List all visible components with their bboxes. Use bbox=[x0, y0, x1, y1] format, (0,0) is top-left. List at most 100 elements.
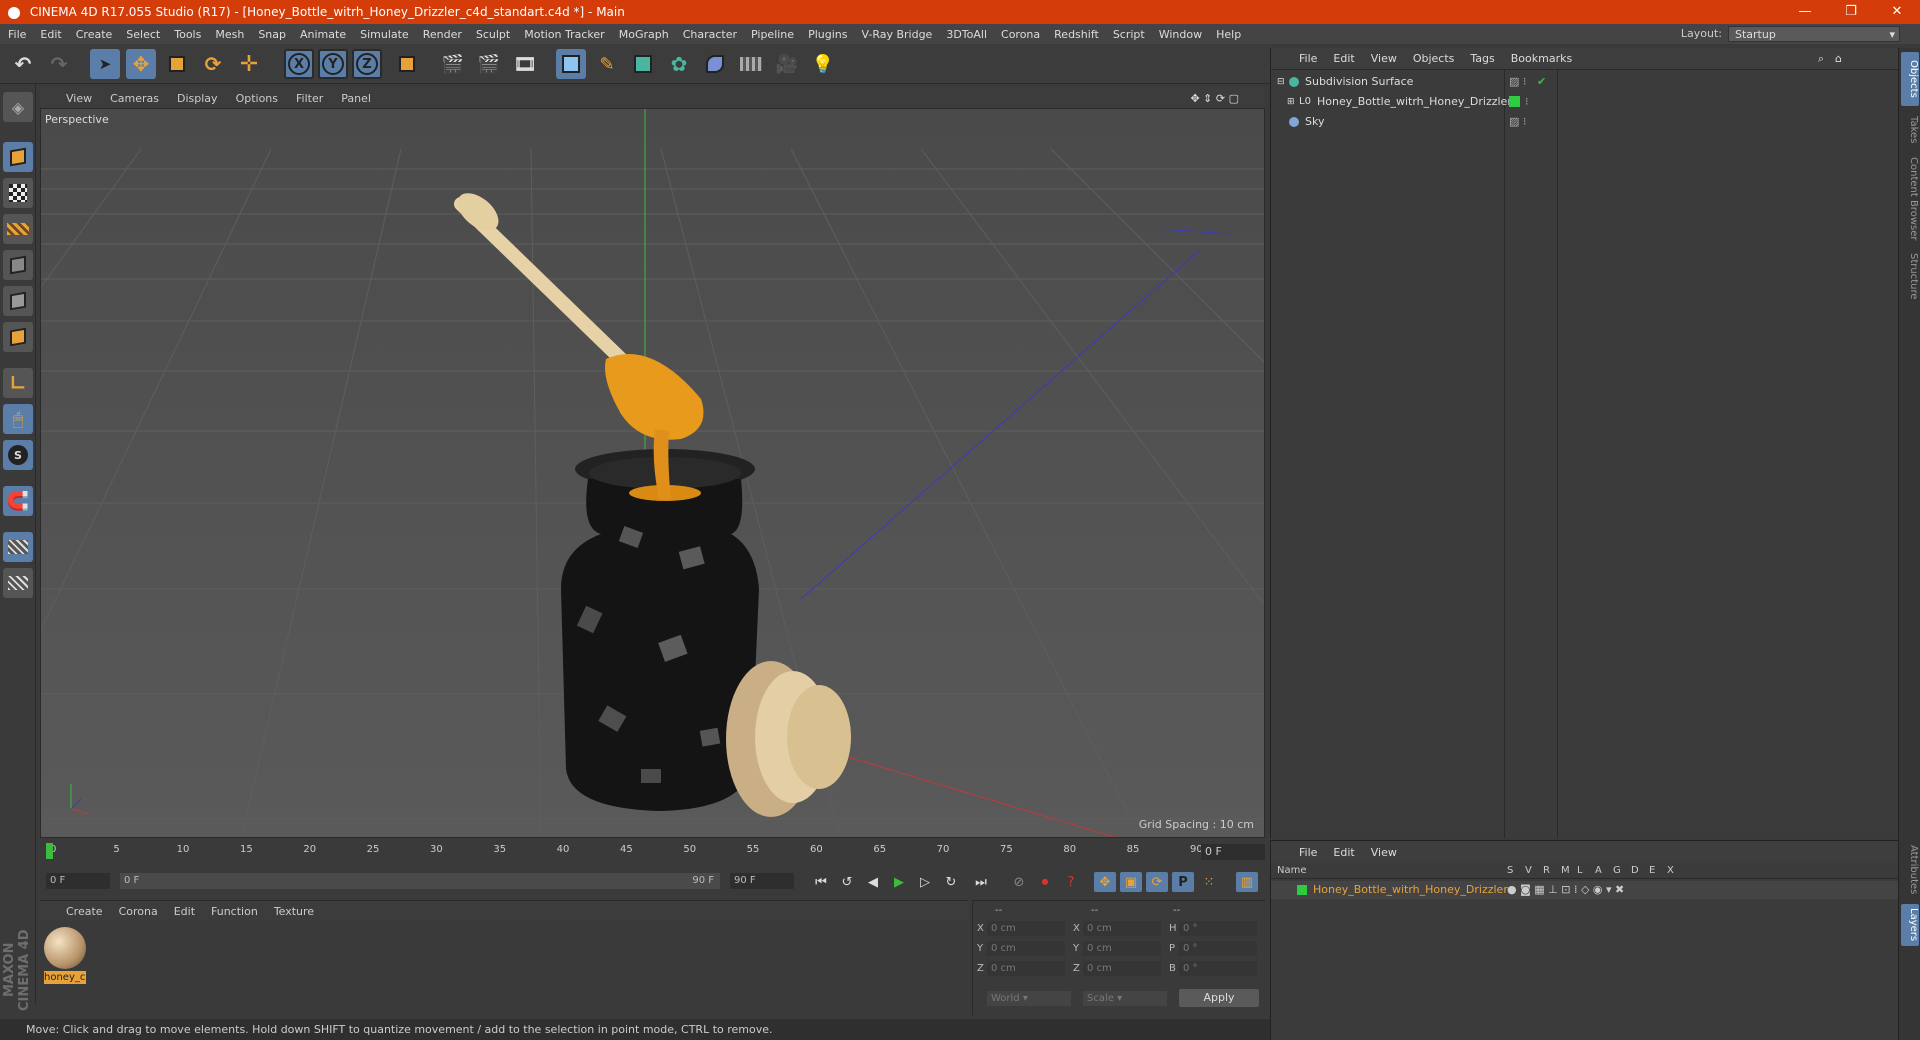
menu-corona[interactable]: Corona bbox=[1001, 28, 1040, 41]
make-editable-button[interactable]: ◈ bbox=[3, 92, 33, 122]
expand-toggle-icon[interactable]: ⊞ bbox=[1287, 92, 1295, 112]
obj-menu-bookmarks[interactable]: Bookmarks bbox=[1511, 52, 1572, 65]
close-button[interactable]: ✕ bbox=[1874, 0, 1920, 24]
key-scale-button[interactable]: ▣ bbox=[1120, 872, 1142, 892]
rotation-b-field[interactable]: 0 ° bbox=[1179, 961, 1257, 976]
menu-vray-bridge[interactable]: V-Ray Bridge bbox=[861, 28, 932, 41]
obj-menu-edit[interactable]: Edit bbox=[1333, 52, 1354, 65]
timeline-ruler[interactable]: 0 5 10 15 20 25 30 35 40 45 50 55 60 65 70 75 80 85 90 0 F bbox=[40, 841, 1265, 863]
obj-menu-tags[interactable]: Tags bbox=[1470, 52, 1494, 65]
transform-tool-button[interactable]: ✛ bbox=[234, 49, 264, 79]
visibility-dots-icon[interactable]: ▨ ⁝ bbox=[1509, 112, 1526, 132]
menu-help[interactable]: Help bbox=[1216, 28, 1241, 41]
tab-attributes[interactable]: Attributes bbox=[1901, 840, 1919, 900]
texture-mode-button[interactable] bbox=[3, 178, 33, 208]
previous-key-button[interactable]: ↺ bbox=[836, 872, 858, 892]
apply-button[interactable]: Apply bbox=[1179, 989, 1259, 1007]
key-pla-button[interactable]: ⁙ bbox=[1198, 872, 1220, 892]
x-axis-button[interactable]: X bbox=[284, 49, 314, 79]
menu-mesh[interactable]: Mesh bbox=[215, 28, 244, 41]
layer-color-swatch[interactable] bbox=[1297, 885, 1307, 895]
render-view-button[interactable]: 🎬 bbox=[438, 49, 468, 79]
minimize-button[interactable]: — bbox=[1782, 0, 1828, 24]
menu-character[interactable]: Character bbox=[683, 28, 737, 41]
live-selection-button[interactable]: ➤ bbox=[90, 49, 120, 79]
layer-flag-icons[interactable]: ● ◙ ▦ ⊥ ⊡ ⁞ ◇ ◉ ▾ ✖ bbox=[1507, 881, 1624, 899]
menu-file[interactable]: File bbox=[8, 28, 26, 41]
visibility-dots-icon[interactable]: ⁝ bbox=[1525, 92, 1529, 112]
planar-workplane-button[interactable] bbox=[3, 568, 33, 598]
menu-animate[interactable]: Animate bbox=[300, 28, 346, 41]
collapse-toggle-icon[interactable]: ⊟ bbox=[1277, 72, 1285, 92]
model-mode-button[interactable] bbox=[3, 142, 33, 172]
points-mode-button[interactable] bbox=[3, 250, 33, 280]
tab-objects[interactable]: Objects bbox=[1901, 52, 1919, 106]
coordinate-system-button[interactable] bbox=[392, 49, 422, 79]
y-axis-button[interactable]: Y bbox=[318, 49, 348, 79]
material-menu-function[interactable]: Function bbox=[211, 905, 258, 918]
menu-window[interactable]: Window bbox=[1159, 28, 1202, 41]
obj-menu-objects[interactable]: Objects bbox=[1413, 52, 1455, 65]
edges-mode-button[interactable] bbox=[3, 286, 33, 316]
tab-layers[interactable]: Layers bbox=[1901, 904, 1919, 946]
rotation-p-field[interactable]: 0 ° bbox=[1179, 941, 1257, 956]
redo-button[interactable]: ↷ bbox=[44, 49, 74, 79]
layer-color-swatch[interactable] bbox=[1509, 96, 1520, 107]
camera-button[interactable]: 🎥 bbox=[772, 49, 802, 79]
menu-plugins[interactable]: Plugins bbox=[808, 28, 847, 41]
material-menu-corona[interactable]: Corona bbox=[119, 905, 158, 918]
material-preview-honey[interactable] bbox=[44, 927, 86, 969]
undo-button[interactable]: ↶ bbox=[8, 49, 38, 79]
go-to-end-button[interactable]: ⏭ bbox=[970, 872, 992, 892]
viewport-menu-display[interactable]: Display bbox=[177, 92, 218, 105]
menu-motion-tracker[interactable]: Motion Tracker bbox=[524, 28, 604, 41]
menu-simulate[interactable]: Simulate bbox=[360, 28, 409, 41]
subdivision-surface-button[interactable] bbox=[628, 49, 658, 79]
locked-workplane-button[interactable] bbox=[3, 532, 33, 562]
restore-button[interactable]: ❐ bbox=[1828, 0, 1874, 24]
search-icon[interactable]: ⌕ bbox=[1818, 52, 1824, 66]
obj-menu-file[interactable]: File bbox=[1299, 52, 1317, 65]
viewport-menu-cameras[interactable]: Cameras bbox=[110, 92, 159, 105]
play-button[interactable]: ▶ bbox=[888, 872, 910, 892]
material-name-label[interactable]: honey_c bbox=[44, 971, 86, 984]
magnet-button[interactable]: 🧲 bbox=[3, 486, 33, 516]
z-axis-button[interactable]: Z bbox=[352, 49, 382, 79]
menu-create[interactable]: Create bbox=[76, 28, 113, 41]
menu-tools[interactable]: Tools bbox=[174, 28, 201, 41]
render-settings-button[interactable]: 🎞 bbox=[510, 49, 540, 79]
size-mode-dropdown[interactable]: Scale ▾ bbox=[1083, 991, 1167, 1006]
enabled-check-icon[interactable]: ✔ bbox=[1537, 72, 1546, 92]
record-keys-button[interactable]: ⏺ bbox=[1034, 872, 1056, 892]
motion-record-button[interactable]: ⊘ bbox=[1008, 872, 1030, 892]
menu-redshift[interactable]: Redshift bbox=[1054, 28, 1099, 41]
timeline-playhead[interactable] bbox=[46, 843, 53, 859]
material-menu-edit[interactable]: Edit bbox=[174, 905, 195, 918]
rotate-tool-button[interactable]: ⟳ bbox=[198, 49, 228, 79]
menu-snap[interactable]: Snap bbox=[258, 28, 286, 41]
position-y-field[interactable]: 0 cm bbox=[987, 941, 1065, 956]
material-menu-texture[interactable]: Texture bbox=[274, 905, 314, 918]
layer-menu-view[interactable]: View bbox=[1371, 846, 1397, 859]
tab-content-browser[interactable]: Content Browser bbox=[1901, 154, 1919, 244]
material-menu-create[interactable]: Create bbox=[66, 905, 103, 918]
menu-select[interactable]: Select bbox=[126, 28, 160, 41]
viewport-menu-panel[interactable]: Panel bbox=[341, 92, 371, 105]
frame-range-slider[interactable]: 0 F 90 F bbox=[120, 873, 720, 889]
floor-button[interactable] bbox=[736, 49, 766, 79]
menu-mograph[interactable]: MoGraph bbox=[619, 28, 669, 41]
obj-menu-view[interactable]: View bbox=[1371, 52, 1397, 65]
layer-row[interactable]: Honey_Bottle_witrh_Honey_Drizzler ● ◙ ▦ … bbox=[1271, 881, 1898, 899]
object-row-subdivision[interactable]: ⊟ Subdivision Surface ▨ ⁝ ✔ bbox=[1271, 72, 1898, 92]
size-x-field[interactable]: 0 cm bbox=[1083, 921, 1161, 936]
layout-dropdown[interactable]: Startup ▾ bbox=[1728, 26, 1900, 42]
axis-mode-button[interactable]: ∟ bbox=[3, 368, 33, 398]
menu-script[interactable]: Script bbox=[1113, 28, 1145, 41]
key-rotation-button[interactable]: ⟳ bbox=[1146, 872, 1168, 892]
workplane-mode-button[interactable] bbox=[3, 214, 33, 244]
end-frame-field[interactable]: 90 F bbox=[730, 873, 794, 889]
viewport-menu-options[interactable]: Options bbox=[236, 92, 278, 105]
go-to-start-button[interactable]: ⏮ bbox=[810, 872, 832, 892]
move-tool-button[interactable]: ✥ bbox=[126, 49, 156, 79]
key-position-button[interactable]: ✥ bbox=[1094, 872, 1116, 892]
